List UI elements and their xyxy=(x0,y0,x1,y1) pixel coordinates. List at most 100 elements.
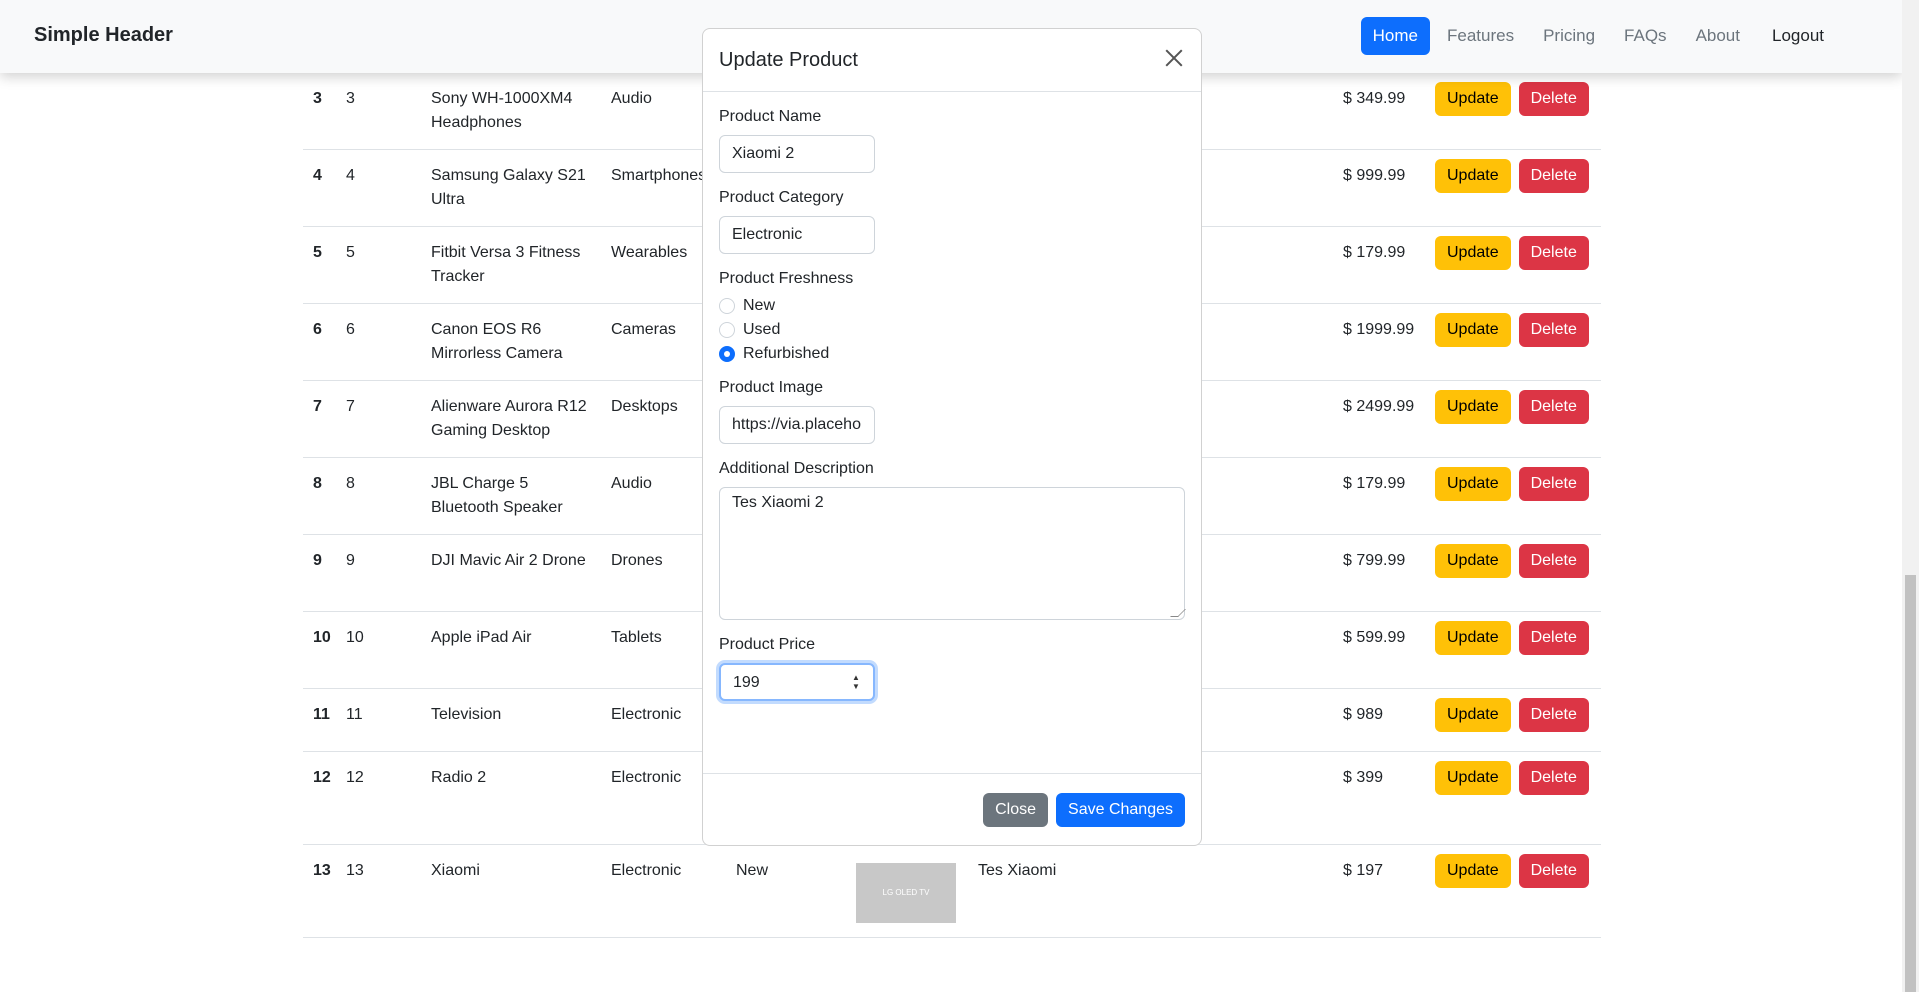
nav-link-about[interactable]: About xyxy=(1684,17,1752,55)
nav-links: Home Features Pricing FAQs About Logout xyxy=(1356,17,1902,55)
product-image: LG OLED TV xyxy=(856,863,956,923)
additional-description-label: Additional Description xyxy=(719,460,874,477)
cell-name: Fitbit Versa 3 Fitness Tracker xyxy=(421,226,601,304)
cell-description: Tes Xiaomi xyxy=(968,844,1333,938)
cell-name: JBL Charge 5 Bluetooth Speaker xyxy=(421,457,601,535)
cell-name: Canon EOS R6 Mirrorless Camera xyxy=(421,303,601,381)
delete-button[interactable]: Delete xyxy=(1518,621,1589,655)
modal-title: Update Product xyxy=(719,49,858,71)
update-button[interactable]: Update xyxy=(1435,467,1511,501)
update-button[interactable]: Update xyxy=(1435,761,1511,795)
update-button[interactable]: Update xyxy=(1435,82,1511,116)
cell-id: 13 xyxy=(336,844,421,938)
row-index: 9 xyxy=(303,534,336,612)
scrollbar-thumb[interactable] xyxy=(1905,575,1916,992)
delete-button[interactable]: Delete xyxy=(1518,467,1589,501)
cell-name: Television xyxy=(421,688,601,752)
modal-footer: Close Save Changes xyxy=(703,773,1201,845)
cell-id: 6 xyxy=(336,303,421,381)
delete-button[interactable]: Delete xyxy=(1518,544,1589,578)
update-button[interactable]: Update xyxy=(1435,621,1511,655)
resize-handle-icon[interactable] xyxy=(1170,609,1186,617)
cell-price: $ 179.99 xyxy=(1333,457,1425,535)
nav-link-pricing[interactable]: Pricing xyxy=(1531,17,1607,55)
delete-button[interactable]: Delete xyxy=(1518,159,1589,193)
number-spinner-icon[interactable]: ▲ ▼ xyxy=(851,673,861,691)
product-freshness-label: Product Freshness xyxy=(719,270,854,287)
radio-label-new: New xyxy=(743,297,776,314)
update-button[interactable]: Update xyxy=(1435,698,1511,732)
update-button[interactable]: Update xyxy=(1435,236,1511,270)
page-scrollbar[interactable] xyxy=(1902,0,1919,992)
close-button[interactable]: Close xyxy=(983,792,1049,827)
row-index: 8 xyxy=(303,457,336,535)
row-index: 12 xyxy=(303,751,336,845)
cell-id: 11 xyxy=(336,688,421,752)
cell-name: Radio 2 xyxy=(421,751,601,845)
row-index: 10 xyxy=(303,611,336,689)
cell-category: Electronic xyxy=(601,844,726,938)
cell-name: Sony WH-1000XM4 Headphones xyxy=(421,73,601,150)
delete-button[interactable]: Delete xyxy=(1518,236,1589,270)
product-name-label: Product Name xyxy=(719,108,822,125)
cell-actions: Update Delete xyxy=(1425,688,1601,752)
row-index: 7 xyxy=(303,380,336,458)
update-button[interactable]: Update xyxy=(1435,159,1511,193)
brand-title[interactable]: Simple Header xyxy=(34,24,173,47)
cell-price: $ 2499.99 xyxy=(1333,380,1425,458)
delete-button[interactable]: Delete xyxy=(1518,854,1589,888)
cell-actions: Update Delete xyxy=(1425,73,1601,150)
additional-description-textarea[interactable]: Tes Xiaomi 2 xyxy=(719,487,1186,620)
logout-button[interactable]: Logout xyxy=(1760,17,1836,55)
freshness-option-used[interactable]: Used xyxy=(719,321,1185,339)
row-index: 5 xyxy=(303,226,336,304)
cell-id: 12 xyxy=(336,751,421,845)
delete-button[interactable]: Delete xyxy=(1518,761,1589,795)
cell-actions: Update Delete xyxy=(1425,149,1601,227)
nav-link-home[interactable]: Home xyxy=(1360,17,1430,55)
update-button[interactable]: Update xyxy=(1435,390,1511,424)
close-icon[interactable] xyxy=(1161,45,1187,71)
radio-refurbished[interactable] xyxy=(719,346,735,362)
cell-price: $ 599.99 xyxy=(1333,611,1425,689)
delete-button[interactable]: Delete xyxy=(1518,82,1589,116)
table-row: 13 13 Xiaomi Electronic New LG OLED TV Tes Xia… xyxy=(303,844,1601,938)
cell-price: $ 799.99 xyxy=(1333,534,1425,612)
cell-price: $ 989 xyxy=(1333,688,1425,752)
cell-actions: Update Delete xyxy=(1425,457,1601,535)
cell-image: LG OLED TV xyxy=(846,844,968,938)
save-changes-button[interactable]: Save Changes xyxy=(1056,792,1185,827)
radio-used[interactable] xyxy=(719,322,735,338)
product-category-input[interactable]: Electronic xyxy=(719,216,875,254)
row-index: 4 xyxy=(303,149,336,227)
row-index: 3 xyxy=(303,73,336,150)
update-button[interactable]: Update xyxy=(1435,854,1511,888)
product-price-input[interactable]: 199 ▲ ▼ xyxy=(719,663,875,701)
cell-name: Alienware Aurora R12 Gaming Desktop xyxy=(421,380,601,458)
product-name-input[interactable]: Xiaomi 2 xyxy=(719,135,875,173)
delete-button[interactable]: Delete xyxy=(1518,698,1589,732)
cell-actions: Update Delete xyxy=(1425,611,1601,689)
nav-link-faqs[interactable]: FAQs xyxy=(1612,17,1679,55)
delete-button[interactable]: Delete xyxy=(1518,313,1589,347)
cell-actions: Update Delete xyxy=(1425,751,1601,845)
description-text: Tes Xiaomi 2 xyxy=(732,494,824,511)
cell-name: Xiaomi xyxy=(421,844,601,938)
cell-actions: Update Delete xyxy=(1425,303,1601,381)
cell-actions: Update Delete xyxy=(1425,844,1601,938)
cell-actions: Update Delete xyxy=(1425,380,1601,458)
delete-button[interactable]: Delete xyxy=(1518,390,1589,424)
cell-price: $ 1999.99 xyxy=(1333,303,1425,381)
nav-link-features[interactable]: Features xyxy=(1435,17,1526,55)
freshness-option-refurbished[interactable]: Refurbished xyxy=(719,345,1185,363)
update-product-modal: Update Product Product Name Xiaomi 2 Pro… xyxy=(702,28,1202,846)
cell-id: 8 xyxy=(336,457,421,535)
update-button[interactable]: Update xyxy=(1435,313,1511,347)
cell-name: Samsung Galaxy S21 Ultra xyxy=(421,149,601,227)
radio-new[interactable] xyxy=(719,298,735,314)
update-button[interactable]: Update xyxy=(1435,544,1511,578)
product-image-input[interactable]: https://via.placeho xyxy=(719,406,875,444)
freshness-option-new[interactable]: New xyxy=(719,297,1185,315)
modal-header: Update Product xyxy=(703,29,1201,92)
row-index: 6 xyxy=(303,303,336,381)
